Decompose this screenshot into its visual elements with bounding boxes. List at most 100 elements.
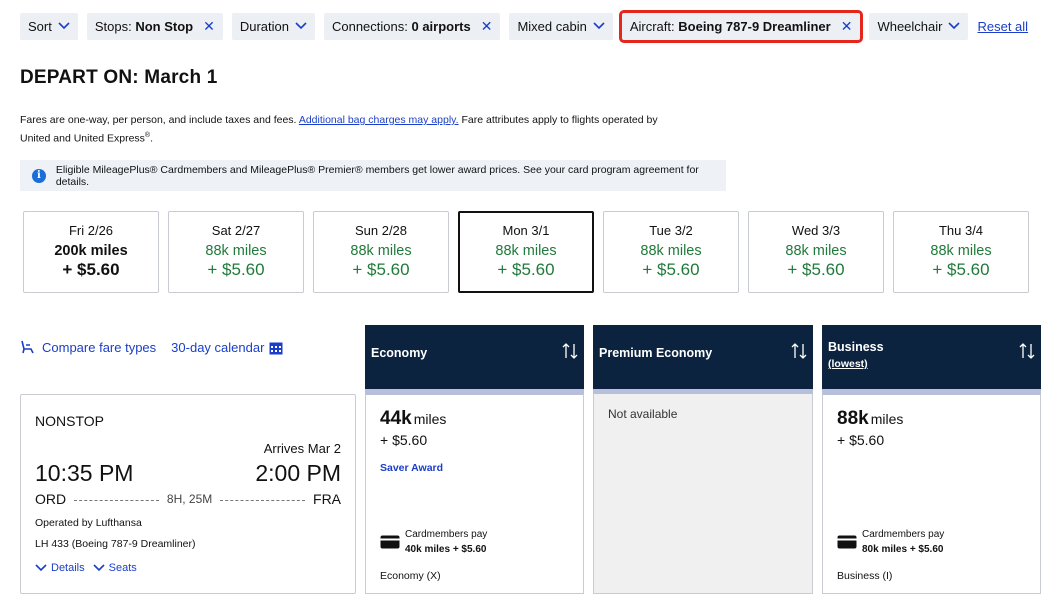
details-toggle[interactable]: Details — [35, 562, 85, 574]
wheelchair-filter[interactable]: Wheelchair — [869, 12, 969, 40]
flight-duration: 8H, 25M — [166, 492, 213, 506]
business-header-sub[interactable]: (lowest) — [828, 358, 868, 370]
date-card[interactable]: Sat 2/27 88k miles + $5.60 — [168, 211, 304, 293]
cardmember-value: 80k miles + $5.60 — [862, 544, 944, 555]
reset-all-link[interactable]: Reset all — [977, 19, 1028, 34]
remove-aircraft-filter-icon[interactable]: ✕ — [841, 19, 853, 33]
chevron-down-icon — [295, 22, 307, 30]
business-cabin-code: Business (I) — [837, 570, 893, 582]
date-card[interactable]: Tue 3/2 88k miles + $5.60 — [603, 211, 739, 293]
duration-label: Duration — [239, 18, 289, 34]
sort-icon[interactable] — [1019, 342, 1035, 360]
arrival-time: 2:00 PM — [255, 460, 341, 486]
date-card[interactable]: Sun 2/28 88k miles + $5.60 — [313, 211, 449, 293]
aircraft-filter[interactable]: Aircraft: Boeing 787-9 Dreamliner ✕ — [618, 9, 864, 43]
route-line — [220, 499, 306, 501]
sort-icon[interactable] — [791, 342, 807, 360]
stops-filter-label: Stops: — [94, 18, 132, 34]
business-miles-unit: miles — [870, 411, 904, 427]
aircraft-filter-value: Boeing 787-9 Dreamliner — [678, 18, 831, 34]
chevron-down-icon — [35, 564, 47, 572]
date-card-selected[interactable]: Mon 3/1 88k miles + $5.60 — [458, 211, 594, 293]
connections-filter-label: Connections: — [331, 18, 408, 34]
date-price: + $5.60 — [787, 260, 845, 279]
date-price: + $5.60 — [62, 260, 120, 279]
date-price: + $5.60 — [497, 260, 555, 279]
cabin-filter[interactable]: Mixed cabin — [509, 12, 613, 40]
chevron-down-icon — [93, 564, 105, 572]
calendar-link[interactable]: 30-day calendar — [171, 340, 283, 355]
date-miles: 88k miles — [205, 243, 267, 259]
seats-label: Seats — [108, 562, 137, 574]
credit-card-icon — [380, 535, 400, 549]
depart-heading: DEPART ON: March 1 — [20, 67, 218, 88]
not-available-label: Not available — [608, 407, 678, 421]
flight-route: ORD 8H, 25M FRA — [35, 491, 341, 507]
business-column-header[interactable]: Business (lowest) — [822, 325, 1041, 395]
economy-fare-card[interactable]: 44k miles + $5.60 Saver Award Cardmembers… — [365, 394, 584, 594]
date-day: Thu 3/4 — [938, 223, 984, 238]
stops-filter-value: Non Stop — [135, 18, 194, 34]
cabin-label: Mixed cabin — [517, 18, 587, 34]
date-day: Mon 3/1 — [502, 223, 550, 238]
economy-cabin-code: Economy (X) — [380, 570, 441, 582]
seats-toggle[interactable]: Seats — [93, 562, 137, 574]
fare-tools: Compare fare types 30-day calendar — [20, 340, 298, 355]
flight-stops: NONSTOP — [35, 413, 104, 429]
compare-fare-types-link[interactable]: Compare fare types — [20, 340, 156, 355]
duration-filter[interactable]: Duration — [231, 12, 315, 40]
connections-filter[interactable]: Connections: 0 airports ✕ — [323, 12, 501, 40]
info-banner-text: Eligible MileagePlus® Cardmembers and Mi… — [55, 163, 699, 188]
economy-header-label: Economy — [371, 346, 428, 360]
economy-miles-unit: miles — [413, 411, 447, 427]
economy-tax: + $5.60 — [380, 432, 428, 448]
fares-note-text: Fares are one-way, per person, and inclu… — [20, 114, 297, 126]
date-card[interactable]: Fri 2/26 200k miles + $5.60 — [23, 211, 159, 293]
date-miles: 88k miles — [785, 243, 847, 259]
flight-number: LH 433 (Boeing 787-9 Dreamliner) — [35, 538, 196, 550]
date-miles: 88k miles — [495, 243, 557, 259]
arrival-date: Arrives Mar 2 — [263, 441, 341, 456]
stops-filter[interactable]: Stops: Non Stop ✕ — [86, 12, 223, 40]
business-tax: + $5.60 — [837, 432, 885, 448]
date-card[interactable]: Thu 3/4 88k miles + $5.60 — [893, 211, 1029, 293]
sort-filter[interactable]: Sort — [20, 12, 78, 40]
sort-label: Sort — [28, 18, 52, 34]
flight-card: NONSTOP Arrives Mar 2 10:35 PM 2:00 PM O… — [20, 394, 356, 594]
remove-connections-filter-icon[interactable]: ✕ — [481, 19, 493, 33]
aircraft-filter-label: Aircraft: — [629, 18, 675, 34]
economy-miles-value: 44k — [380, 408, 412, 429]
date-card[interactable]: Wed 3/3 88k miles + $5.60 — [748, 211, 884, 293]
date-day: Sun 2/28 — [354, 223, 408, 238]
business-header-label: Business — [828, 340, 884, 354]
saver-award-tag: Saver Award — [380, 462, 444, 474]
compare-fare-types-label: Compare fare types — [42, 340, 157, 355]
premium-economy-column-header[interactable]: Premium Economy — [593, 325, 813, 395]
cardmember-label: Cardmembers pay — [405, 529, 488, 540]
business-miles: 88k miles — [837, 408, 903, 430]
cardmember-value: 40k miles + $5.60 — [405, 544, 487, 555]
economy-miles: 44k miles — [380, 408, 446, 430]
cardmember-price: Cardmembers pay 80k miles + $5.60 — [837, 527, 944, 557]
calendar-label: 30-day calendar — [171, 340, 265, 355]
date-price: + $5.60 — [207, 260, 265, 279]
sort-icon[interactable] — [562, 342, 578, 360]
business-fare-card[interactable]: 88k miles + $5.60 Cardmembers pay 80k mile… — [822, 394, 1041, 594]
filter-bar: Sort Stops: Non Stop ✕ Duration Connecti… — [20, 9, 1028, 43]
date-day: Wed 3/3 — [791, 223, 841, 238]
bag-charges-link[interactable]: Additional bag charges may apply. — [299, 114, 459, 126]
fares-note: Fares are one-way, per person, and inclu… — [20, 113, 660, 147]
cardmember-price: Cardmembers pay 40k miles + $5.60 — [380, 527, 487, 557]
date-miles: 200k miles — [54, 243, 128, 259]
date-selector: Fri 2/26 200k miles + $5.60 Sat 2/27 88k… — [23, 211, 1029, 293]
date-day: Sat 2/27 — [211, 223, 261, 238]
economy-column-header[interactable]: Economy — [365, 325, 584, 395]
chevron-down-icon — [948, 22, 961, 30]
date-miles: 88k miles — [640, 243, 702, 259]
date-price: + $5.60 — [642, 260, 700, 279]
date-miles: 88k miles — [930, 243, 992, 259]
flight-links: Details Seats — [35, 562, 145, 574]
date-miles: 88k miles — [350, 243, 412, 259]
remove-stops-filter-icon[interactable]: ✕ — [203, 19, 215, 33]
premium-header-label: Premium Economy — [599, 346, 713, 360]
